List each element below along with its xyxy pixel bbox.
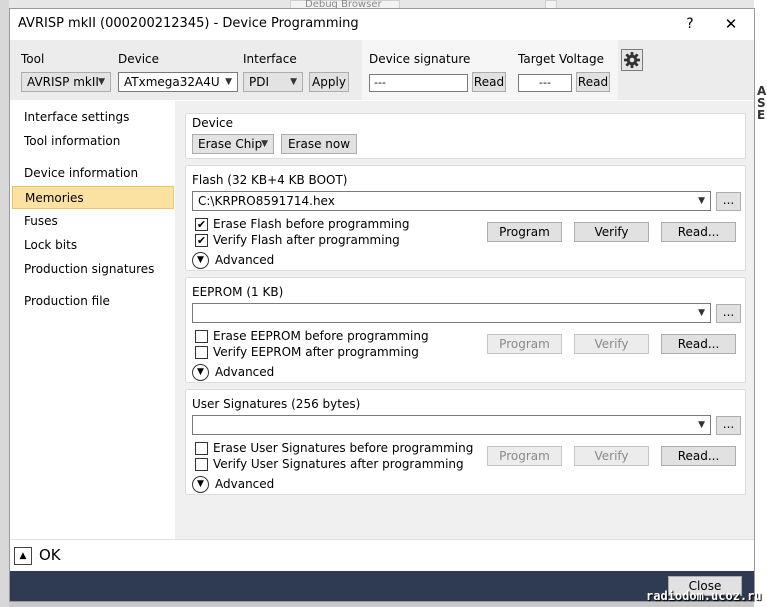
device-select[interactable]: ATxmega32A4U ▼ <box>118 72 238 92</box>
interface-label: Interface <box>243 52 297 66</box>
background-right-letters: ASE <box>757 84 767 122</box>
memories-panel: Device Erase Chip ▼ Erase now Flash (32 … <box>175 101 754 539</box>
usersig-erase-checkbox[interactable] <box>195 442 208 455</box>
flash-read-button[interactable]: Read... <box>661 222 736 242</box>
flash-file-select[interactable]: C:\KRPRO8591714.hex ▼ <box>192 191 711 211</box>
erase-mode-select[interactable]: Erase Chip ▼ <box>192 134 274 154</box>
flash-erase-label: Erase Flash before programming <box>213 217 410 231</box>
eeprom-verify-checkbox[interactable] <box>195 346 208 359</box>
title-bar: AVRISP mkII (000200212345) - Device Prog… <box>10 9 754 40</box>
chevron-down-icon[interactable]: ▼ <box>192 252 209 269</box>
eeprom-erase-label: Erase EEPROM before programming <box>213 329 429 343</box>
watermark: radiodom.ucoz.ru <box>646 589 762 603</box>
device-section-title: Device <box>192 116 234 130</box>
usersig-read-button[interactable]: Read... <box>661 446 736 466</box>
status-text: OK <box>39 546 61 564</box>
user-signatures-title: User Signatures (256 bytes) <box>192 397 361 411</box>
chevron-down-icon: ▼ <box>698 308 705 318</box>
eeprom-browse-button[interactable]: ... <box>716 304 741 323</box>
sidebar-item-label: Production signatures <box>24 262 155 276</box>
sidebar-item-production-file[interactable]: Production file <box>12 290 174 313</box>
device-select-value: ATxmega32A4U <box>124 75 220 89</box>
sidebar-item-label: Tool information <box>24 134 121 148</box>
eeprom-file-select[interactable]: ▼ <box>192 303 711 323</box>
flash-program-button[interactable]: Program <box>487 222 562 242</box>
sidebar-item-label: Interface settings <box>24 110 130 124</box>
tool-select[interactable]: AVRISP mkII ▼ <box>21 72 111 92</box>
dialog-footer: Close <box>10 571 754 601</box>
flash-verify-label: Verify Flash after programming <box>213 233 400 247</box>
tool-label: Tool <box>21 52 45 66</box>
chevron-down-icon: ▼ <box>698 196 705 206</box>
device-signature-label: Device signature <box>369 52 471 66</box>
eeprom-read-button[interactable]: Read... <box>661 334 736 354</box>
target-voltage-label: Target Voltage <box>518 52 604 66</box>
read-voltage-button[interactable]: Read <box>576 72 610 92</box>
eeprom-erase-checkbox[interactable] <box>195 330 208 343</box>
erase-now-button[interactable]: Erase now <box>281 134 357 154</box>
eeprom-verify-button[interactable]: Verify <box>574 334 649 354</box>
sidebar-item-memories[interactable]: Memories <box>12 186 174 209</box>
target-voltage-field: --- <box>518 74 572 92</box>
chevron-down-icon[interactable]: ▼ <box>192 476 209 493</box>
erase-mode-value: Erase Chip <box>198 137 263 151</box>
device-label: Device <box>118 52 160 66</box>
sidebar-item-label: Production file <box>24 294 110 308</box>
interface-select-value: PDI <box>249 75 270 89</box>
device-signature-field: --- <box>369 74 468 92</box>
flash-advanced-toggle[interactable]: Advanced <box>215 253 274 267</box>
sidebar: Interface settings Tool information Devi… <box>10 101 175 539</box>
status-bar: ▲ OK <box>10 539 754 571</box>
flash-verify-checkbox[interactable]: ✔ <box>195 234 208 247</box>
flash-section-title: Flash (32 KB+4 KB BOOT) <box>192 173 348 187</box>
eeprom-program-button[interactable]: Program <box>487 334 562 354</box>
flash-erase-checkbox[interactable]: ✔ <box>195 218 208 231</box>
chevron-down-icon: ▼ <box>290 77 297 87</box>
usersig-erase-label: Erase User Signatures before programming <box>213 441 474 455</box>
usersig-verify-checkbox[interactable] <box>195 458 208 471</box>
sidebar-item-lock-bits[interactable]: Lock bits <box>12 234 174 257</box>
flash-browse-button[interactable]: ... <box>716 192 741 211</box>
settings-button[interactable] <box>621 49 643 71</box>
read-signature-button[interactable]: Read <box>472 72 506 92</box>
chevron-down-icon: ▼ <box>98 77 105 87</box>
chevron-down-icon: ▼ <box>261 139 268 149</box>
sidebar-item-label: Fuses <box>24 214 58 228</box>
background-left <box>0 0 9 607</box>
eeprom-section-title: EEPROM (1 KB) <box>192 285 284 299</box>
device-programming-dialog: AVRISP mkII (000200212345) - Device Prog… <box>9 8 755 602</box>
sidebar-item-fuses[interactable]: Fuses <box>12 210 174 233</box>
sidebar-item-label: Device information <box>24 166 139 180</box>
usersig-verify-button[interactable]: Verify <box>574 446 649 466</box>
flash-file-value: C:\KRPRO8591714.hex <box>198 194 335 208</box>
sidebar-item-tool-information[interactable]: Tool information <box>12 130 174 153</box>
usersig-program-button[interactable]: Program <box>487 446 562 466</box>
chevron-down-icon: ▼ <box>698 420 705 430</box>
apply-button[interactable]: Apply <box>309 72 349 92</box>
tool-select-value: AVRISP mkII <box>27 75 99 89</box>
usersig-advanced-toggle[interactable]: Advanced <box>215 477 274 491</box>
help-button[interactable]: ? <box>678 13 702 35</box>
close-window-button[interactable]: ✕ <box>716 12 746 36</box>
usersig-file-select[interactable]: ▼ <box>192 415 711 435</box>
usersig-verify-label: Verify User Signatures after programming <box>213 457 464 471</box>
gear-icon <box>624 52 640 68</box>
eeprom-advanced-toggle[interactable]: Advanced <box>215 365 274 379</box>
sidebar-item-label: Memories <box>25 191 84 205</box>
usersig-browse-button[interactable]: ... <box>716 416 741 435</box>
chevron-down-icon[interactable]: ▼ <box>192 364 209 381</box>
flash-verify-button[interactable]: Verify <box>574 222 649 242</box>
chevron-down-icon: ▼ <box>225 77 232 87</box>
status-toggle-button[interactable]: ▲ <box>14 547 32 565</box>
sidebar-item-interface-settings[interactable]: Interface settings <box>12 106 174 129</box>
sidebar-item-label: Lock bits <box>24 238 78 252</box>
sidebar-item-device-information[interactable]: Device information <box>12 162 174 185</box>
interface-select[interactable]: PDI ▼ <box>243 72 303 92</box>
sidebar-item-production-signatures[interactable]: Production signatures <box>12 258 174 281</box>
window-title: AVRISP mkII (000200212345) - Device Prog… <box>18 16 359 31</box>
eeprom-verify-label: Verify EEPROM after programming <box>213 345 419 359</box>
